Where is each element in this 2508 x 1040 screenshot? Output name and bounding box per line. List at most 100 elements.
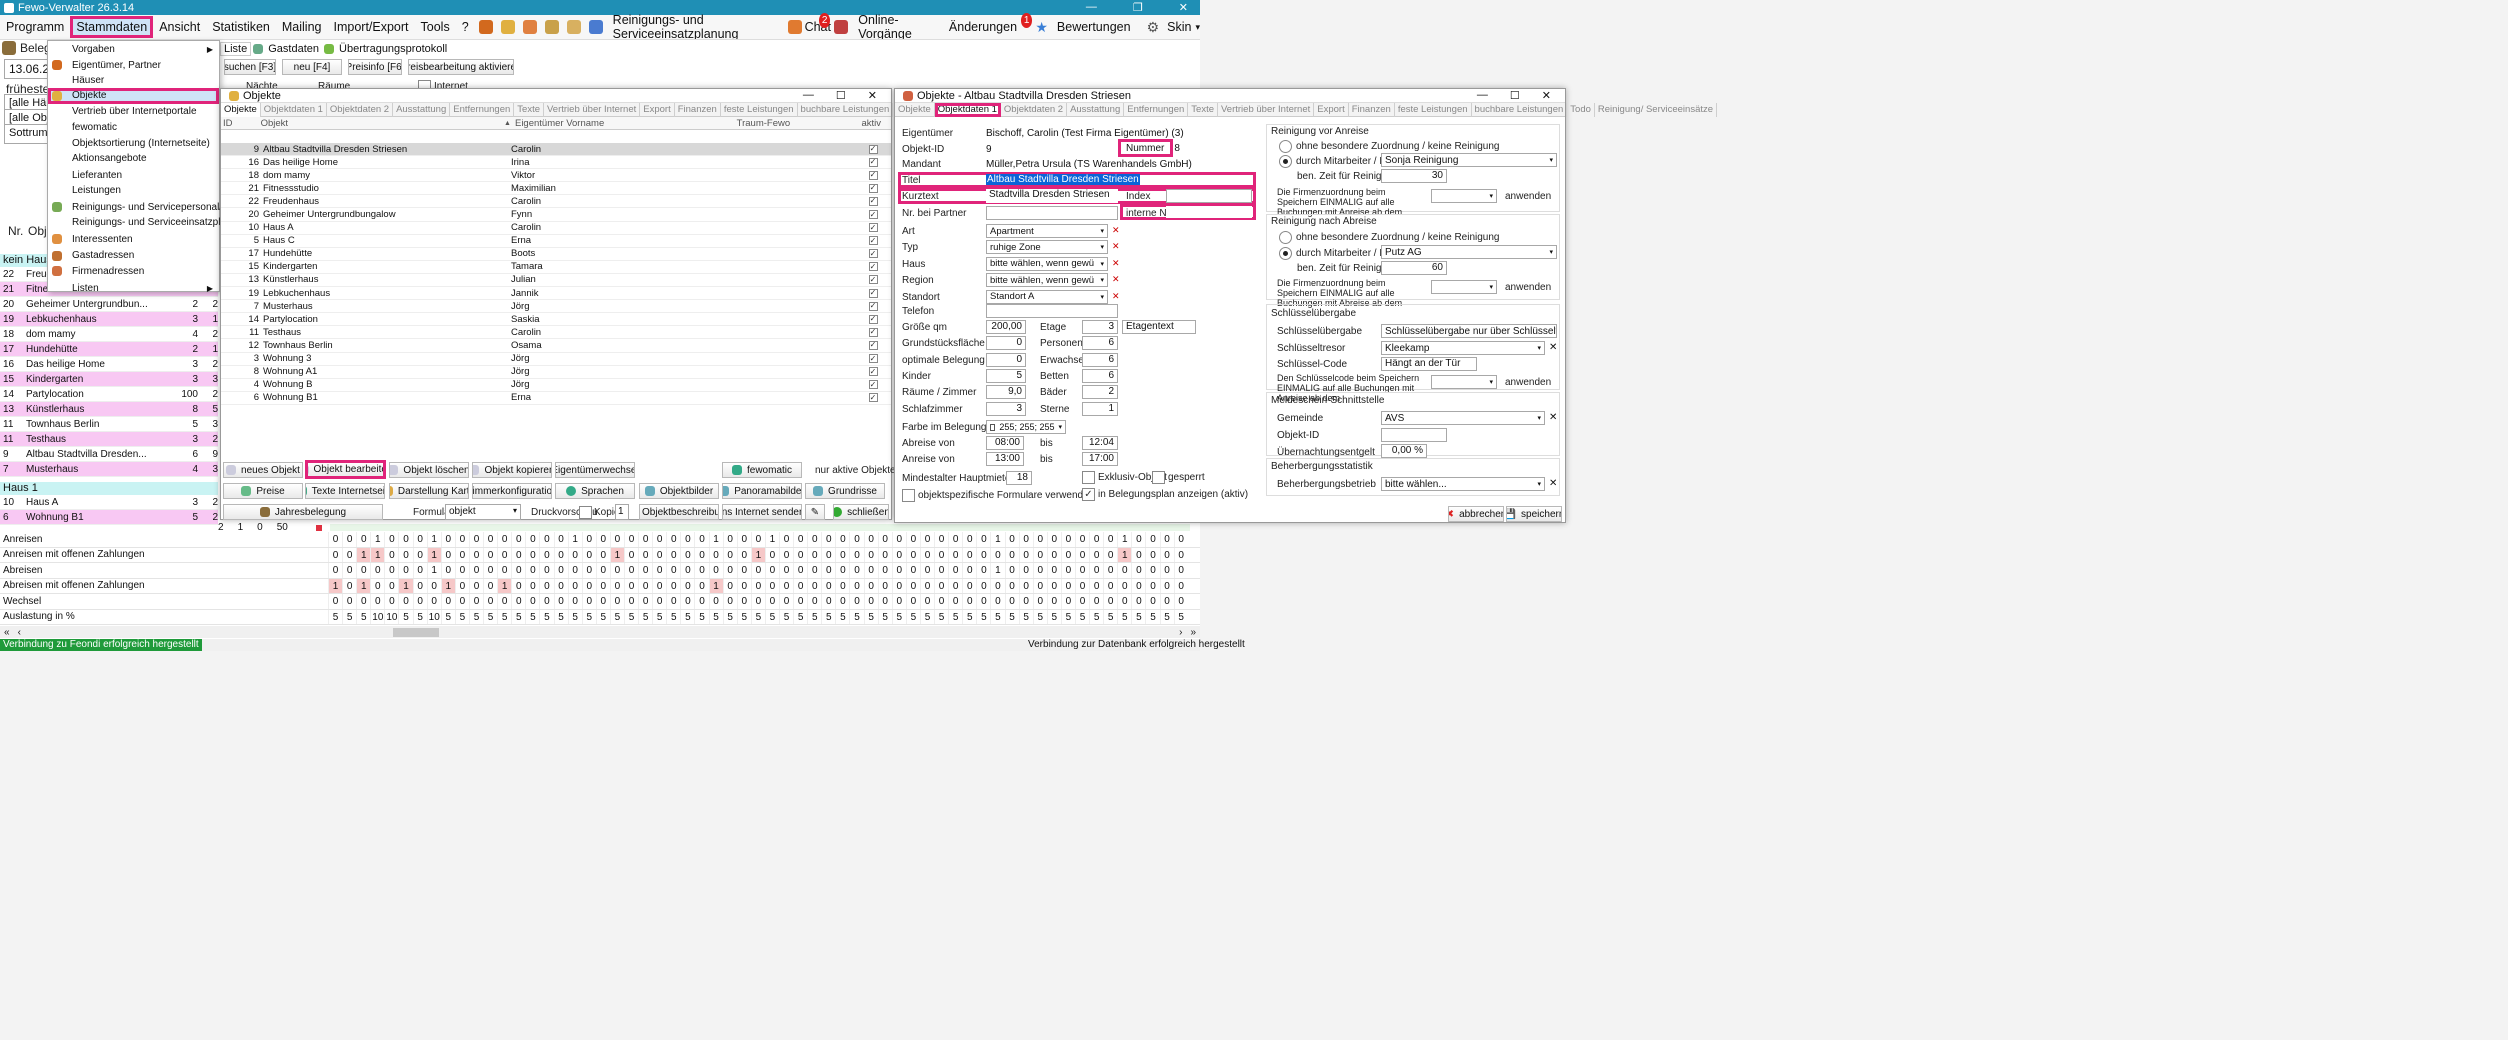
tab-2[interactable]: Objektdaten 2 [1001, 102, 1068, 117]
aktiv-checkbox[interactable]: ✓ [868, 380, 878, 390]
reinigung-vor-firma-select[interactable]: Sonja Reinigung ▾ [1381, 153, 1557, 167]
aktiv-checkbox[interactable]: ✓ [868, 170, 878, 180]
col-traum-fewo[interactable]: Traum-Fewo [737, 118, 852, 129]
table-row[interactable]: 6 Wohnung B1 5 2 [0, 510, 218, 525]
tab-10[interactable]: buchbare Leistungen [798, 102, 894, 117]
aktiv-checkbox[interactable]: ✓ [868, 183, 878, 193]
table-row[interactable]: 5 Haus C Erna ✓ [221, 234, 891, 248]
neues-objekt-button[interactable]: neues Objekt [223, 462, 303, 478]
table-row[interactable]: 11 Testhaus Carolin ✓ [221, 326, 891, 340]
menu-mailing[interactable]: Mailing [276, 20, 328, 34]
tab-1[interactable]: Objektdaten 1 [934, 102, 1001, 117]
schluessel-anwenden[interactable]: anwenden [1505, 377, 1551, 388]
col-objekt[interactable]: Objekt [261, 118, 504, 129]
grundrisse-button[interactable]: Grundrisse [805, 483, 885, 499]
menu-ansicht[interactable]: Ansicht [153, 20, 206, 34]
edit-icon-button[interactable]: ✎ [805, 504, 825, 520]
chevron-down-icon[interactable]: ▾ [1195, 22, 1200, 33]
tab-3[interactable]: Ausstattung [393, 102, 451, 117]
table-row[interactable]: 9 Altbau Stadtvilla Dresden Striesen Carol… [221, 143, 891, 157]
tab-7[interactable]: Export [1314, 102, 1349, 117]
aktiv-checkbox[interactable]: ✓ [868, 314, 878, 324]
aktiv-checkbox[interactable]: ✓ [868, 249, 878, 259]
clear-icon[interactable]: ✕ [1112, 291, 1120, 302]
schlaf-input[interactable]: 3 [986, 401, 1026, 416]
date-field[interactable]: 13.06.2023 [4, 59, 48, 79]
index-input[interactable] [1166, 189, 1252, 203]
dropdown-item-11[interactable]: Reinigungs- und Serviceeinsatzplanung [48, 215, 248, 231]
tab-1[interactable]: Objektdaten 1 [261, 102, 327, 117]
aktiv-checkbox[interactable]: ✓ [868, 262, 878, 272]
objekt-kopieren-button[interactable]: Objekt kopieren [472, 462, 552, 478]
grund-input[interactable]: 0 [986, 336, 1026, 351]
star-icon[interactable]: ★ [1035, 19, 1048, 36]
reinigung-nach-date-select[interactable]: ▾ [1431, 280, 1497, 294]
tab-protokoll[interactable]: Übertragungsprotokoll [336, 43, 450, 55]
scroll-next-icon[interactable]: › [1175, 627, 1186, 638]
etage-input[interactable]: 3 [1082, 320, 1118, 334]
owner-icon[interactable] [478, 20, 493, 34]
minimize-icon[interactable]: — [803, 89, 814, 102]
objekt-bearbeiten-button[interactable]: Objekt bearbeiten [305, 460, 386, 479]
gemeinde-select[interactable]: AVS ▾ [1381, 411, 1545, 425]
table-row[interactable]: 6 Wohnung B1 Erna ✓ [221, 391, 891, 405]
aktiv-checkbox[interactable]: ✓ [868, 144, 878, 154]
table-row[interactable]: 12 Townhaus Berlin Osama ✓ [221, 339, 891, 353]
table-row[interactable]: 14 Partylocation Saskia ✓ [221, 313, 891, 327]
menu-statistiken[interactable]: Statistiken [206, 20, 276, 34]
reinigung-vor-opt2-radio[interactable] [1279, 155, 1292, 168]
beherbergungsbetrieb-select[interactable]: bitte wählen... ▾ [1381, 477, 1545, 491]
menu-import-export[interactable]: Import/Export [328, 20, 415, 34]
betten-input[interactable]: 6 [1082, 368, 1118, 383]
scroll-first-icon[interactable]: « [0, 627, 14, 638]
person-icon[interactable] [522, 20, 537, 34]
formulare-checkbox[interactable] [902, 489, 915, 502]
dropdown-item-14[interactable]: Firmenadressen [48, 264, 219, 280]
speichern-button[interactable]: 💾speichern [1506, 506, 1562, 522]
aktiv-checkbox[interactable]: ✓ [868, 210, 878, 220]
schluesseltresor-select[interactable]: Kleekamp ▾ [1381, 341, 1545, 355]
close-icon[interactable]: ✕ [1542, 89, 1551, 102]
partner-input[interactable] [986, 206, 1118, 220]
art-select[interactable]: Apartment ▾ [986, 224, 1108, 238]
table-row[interactable]: 4 Wohnung B Jörg ✓ [221, 378, 891, 392]
dropdown-item-5[interactable]: fewomatic [48, 120, 219, 136]
tab-8[interactable]: Finanzen [675, 102, 721, 117]
col-eigentuemer[interactable]: Eigentümer Vorname [515, 118, 737, 129]
darstellung-karte-button[interactable]: Darstellung Karte [389, 483, 469, 499]
chat-icon[interactable] [787, 20, 802, 34]
schliessen-button[interactable]: schließen [833, 504, 889, 520]
table-row[interactable]: 13 Künstlerhaus Julian ✓ [221, 273, 891, 288]
minimize-icon[interactable]: — [1477, 89, 1488, 102]
dropdown-item-0[interactable]: Vorgaben ▶ [48, 42, 219, 58]
menu-aenderungen[interactable]: Änderungen [935, 20, 1021, 34]
dropdown-item-10[interactable]: Reinigungs- und Servicepersonal/-firmen [48, 200, 253, 216]
menu-tools[interactable]: Tools [415, 20, 456, 34]
table-row[interactable]: 9 Altbau Stadtvilla Dresden... 6 9 [0, 447, 218, 462]
melde-objekt-id-input[interactable] [1381, 428, 1447, 442]
table-row[interactable]: 13 Künstlerhaus 8 5 [0, 402, 218, 417]
clear-icon[interactable]: ✕ [1549, 412, 1557, 423]
abreise-bis-input[interactable]: 12:04 [1082, 436, 1118, 450]
reinigung-nach-firma-select[interactable]: Putz AG ▾ [1381, 245, 1557, 259]
clear-icon[interactable]: ✕ [1549, 342, 1557, 353]
tab-0[interactable]: Objekte [895, 102, 935, 117]
tab-9[interactable]: feste Leistungen [1395, 102, 1472, 117]
aktiv-checkbox[interactable]: ✓ [868, 157, 878, 167]
table-row[interactable]: 7 Musterhaus 4 3 [0, 462, 218, 477]
aktiv-checkbox[interactable]: ✓ [868, 340, 878, 350]
abreise-von-input[interactable]: 08:00 [986, 436, 1024, 450]
erw-input[interactable]: 6 [1082, 352, 1118, 367]
table-row[interactable]: 18 dom mamy 4 2 [0, 327, 218, 342]
close-icon[interactable]: ✕ [1179, 1, 1188, 14]
abbrechen-button[interactable]: ✖abbrechen [1448, 506, 1504, 522]
clear-icon[interactable]: ✕ [1112, 258, 1120, 269]
gesperrt-checkbox[interactable] [1152, 471, 1165, 484]
interne-nr-input[interactable] [1166, 206, 1252, 218]
tab-0[interactable]: Objekte [221, 102, 261, 117]
raeume-input[interactable]: 9,0 [986, 385, 1026, 400]
table-row[interactable]: 19 Lebkuchenhaus 3 1 [0, 312, 218, 327]
objektbeschreibung-button[interactable]: Objektbeschreibung [639, 504, 719, 520]
table-row[interactable]: 16 Das heilige Home 3 2 [0, 357, 218, 372]
aktiv-checkbox[interactable]: ✓ [868, 367, 878, 377]
